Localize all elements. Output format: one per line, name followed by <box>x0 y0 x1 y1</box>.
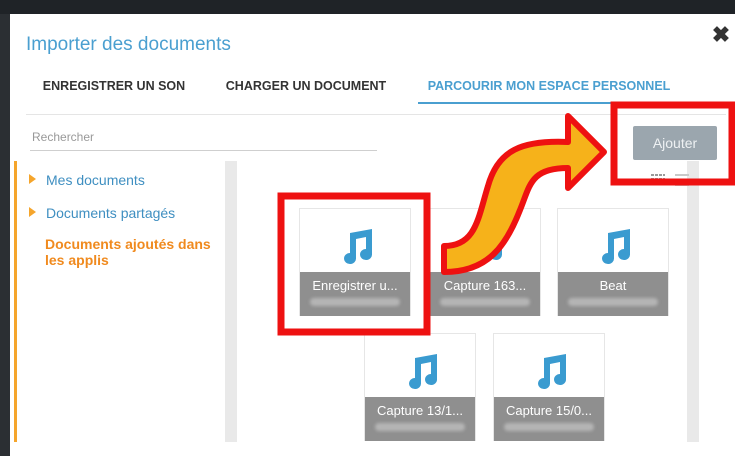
music-note-icon <box>344 229 373 264</box>
close-icon[interactable]: ✖ <box>710 24 732 46</box>
panel-splitter[interactable] <box>225 161 237 442</box>
file-meta-blurred <box>568 298 658 306</box>
caret-right-icon <box>29 207 36 217</box>
file-meta-blurred <box>504 423 594 431</box>
sidebar-item-app-documents[interactable]: Documents ajoutés dans les applis <box>45 236 230 268</box>
file-name: Capture 163... <box>443 278 527 293</box>
file-meta-blurred <box>440 298 530 306</box>
file-meta-blurred <box>310 298 400 306</box>
file-name: Enregistrer u... <box>312 278 398 293</box>
dialog-title: Importer des documents <box>26 34 231 55</box>
file-tile[interactable]: Capture 13/1... <box>364 333 476 441</box>
sidebar: Mes documents Documents partagés Documen… <box>14 161 227 442</box>
grid-view-icon[interactable] <box>651 174 665 186</box>
file-caption: Beat <box>558 272 668 316</box>
file-caption: Capture 163... <box>430 272 540 316</box>
file-caption: Enregistrer u... <box>300 272 410 316</box>
sidebar-item-shared-documents[interactable]: Documents partagés <box>29 205 175 221</box>
file-tile[interactable]: Enregistrer u... <box>299 208 411 316</box>
file-name: Capture 13/1... <box>377 403 463 418</box>
sidebar-item-label: Documents partagés <box>46 205 176 221</box>
file-tile[interactable]: Capture 163... <box>429 208 541 316</box>
search-input[interactable] <box>30 124 377 151</box>
background-bar <box>0 0 735 14</box>
file-name: Beat <box>599 278 627 293</box>
file-name: Capture 15/0... <box>506 403 592 418</box>
tab-upload-document[interactable]: CHARGER UN DOCUMENT <box>216 70 396 102</box>
music-note-icon <box>538 354 567 389</box>
file-tile[interactable]: Capture 15/0... <box>493 333 605 441</box>
caret-right-icon <box>29 174 36 184</box>
music-note-icon <box>474 229 503 264</box>
music-note-icon <box>409 354 438 389</box>
tab-record-sound[interactable]: ENREGISTRER UN SON <box>34 70 194 102</box>
tab-bar: ENREGISTRER UN SON CHARGER UN DOCUMENT P… <box>26 70 726 115</box>
tab-browse-personal-space[interactable]: PARCOURIR MON ESPACE PERSONNEL <box>418 70 680 104</box>
list-view-icon[interactable] <box>675 174 689 186</box>
file-meta-blurred <box>375 423 465 431</box>
sidebar-item-my-documents[interactable]: Mes documents <box>29 172 145 188</box>
file-tile[interactable]: Beat <box>557 208 669 316</box>
scrollbar[interactable] <box>687 161 699 442</box>
sidebar-item-label: Mes documents <box>46 172 145 188</box>
file-caption: Capture 15/0... <box>494 397 604 441</box>
add-button[interactable]: Ajouter <box>633 126 717 160</box>
file-caption: Capture 13/1... <box>365 397 475 441</box>
music-note-icon <box>602 229 631 264</box>
